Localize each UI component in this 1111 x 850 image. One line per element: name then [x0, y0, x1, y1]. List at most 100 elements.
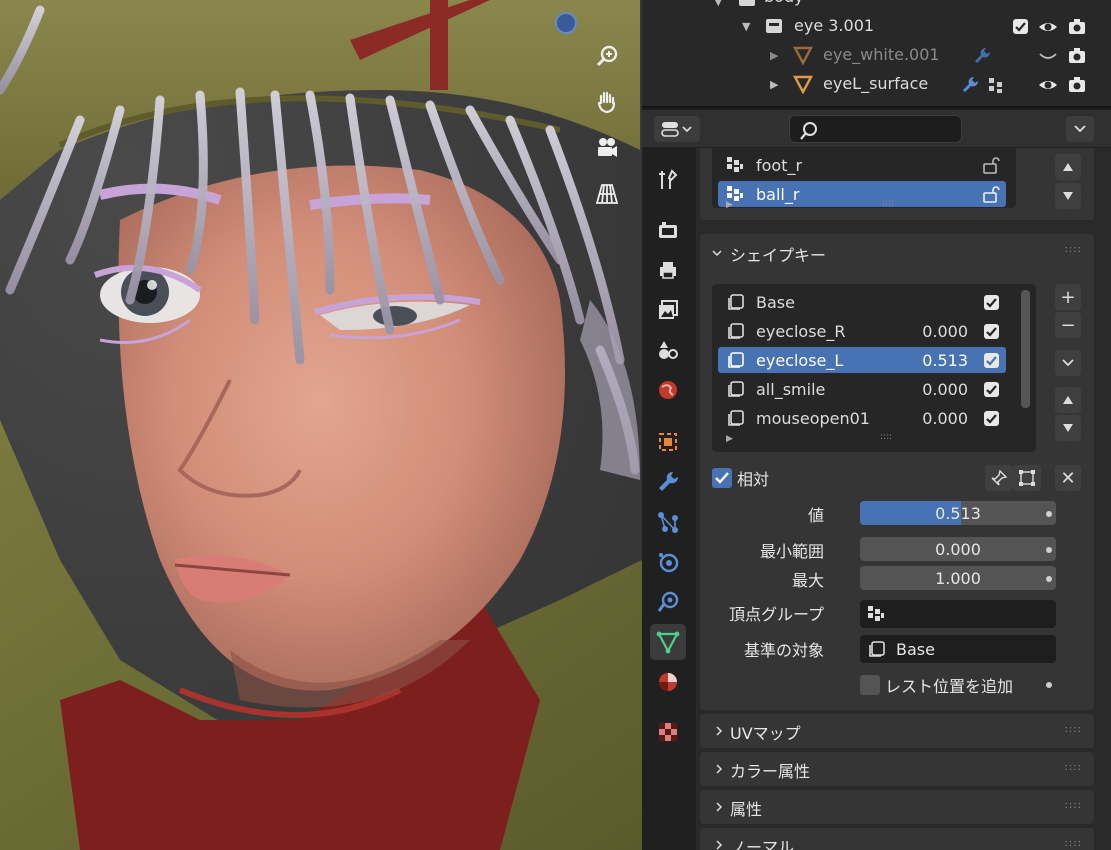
panel-drag-grip-icon[interactable]: ::::: [1065, 244, 1082, 255]
vertex-group-field[interactable]: [860, 600, 1056, 628]
tab-particles[interactable]: [650, 504, 686, 540]
eye-visibility-icon[interactable]: [1038, 17, 1058, 37]
axis-dot: [555, 12, 577, 34]
editor-type-button[interactable]: [654, 116, 700, 142]
shape-key-mute-checkbox[interactable]: [984, 324, 999, 339]
add-shape-key-button[interactable]: +: [1055, 284, 1081, 310]
clear-shape-key-button[interactable]: ✕: [1055, 465, 1081, 491]
eye-visibility-icon[interactable]: [1038, 75, 1058, 95]
shape-key-mute-checkbox[interactable]: [984, 382, 999, 397]
tab-output[interactable]: [650, 252, 686, 288]
exclude-checkbox[interactable]: [1013, 19, 1028, 34]
list-expand-triangle-icon[interactable]: ▶: [726, 200, 733, 208]
list-item[interactable]: all_smile 0.000: [718, 376, 1006, 402]
tab-physics[interactable]: [650, 544, 686, 580]
panel-drag-grip-icon[interactable]: ::::: [1065, 762, 1082, 773]
tab-render[interactable]: [650, 212, 686, 248]
move-up-button[interactable]: [1055, 154, 1081, 180]
expand-triangle-icon[interactable]: ▼: [742, 20, 750, 33]
keyframe-dot-icon[interactable]: [1046, 576, 1052, 582]
zoom-icon[interactable]: [591, 40, 623, 72]
gizmo-axis-icon[interactable]: [553, 10, 579, 36]
camera-view-icon[interactable]: [591, 132, 623, 164]
attributes-panel[interactable]: 属性 ::::: [700, 790, 1094, 824]
shape-key-mute-checkbox[interactable]: [984, 353, 999, 368]
expand-triangle-icon[interactable]: ▶: [770, 78, 778, 91]
list-item-selected[interactable]: eyeclose_L 0.513: [718, 347, 1006, 373]
render-camera-icon[interactable]: [1067, 46, 1087, 66]
render-camera-icon[interactable]: [1067, 17, 1087, 37]
tab-view-layer[interactable]: [650, 292, 686, 328]
shape-key-lock-pin-button[interactable]: [985, 465, 1013, 491]
panel-title[interactable]: シェイプキー: [730, 242, 826, 266]
3d-viewport[interactable]: [0, 0, 642, 850]
properties-search-input[interactable]: [789, 115, 962, 143]
relative-checkbox[interactable]: [712, 468, 732, 488]
list-resize-grip-icon[interactable]: ::::: [882, 198, 894, 208]
move-up-button[interactable]: [1055, 387, 1081, 413]
shape-key-mute-checkbox[interactable]: [984, 295, 999, 310]
move-down-button[interactable]: [1055, 415, 1081, 441]
edit-mode-shape-button[interactable]: [1013, 465, 1041, 491]
tab-tool[interactable]: [650, 162, 686, 198]
shape-key-specials-button[interactable]: [1055, 350, 1081, 376]
move-down-button[interactable]: [1055, 183, 1081, 209]
list-item[interactable]: foot_r: [718, 152, 1006, 178]
shape-key-list[interactable]: Base eyeclose_R 0.000 eyeclose_L 0.513 a…: [712, 284, 1036, 452]
list-resize-grip-icon[interactable]: ::::: [880, 432, 892, 442]
vertex-group-list[interactable]: foot_r ball_r ▶ ::::: [712, 148, 1016, 208]
vertex-group-icon[interactable]: [986, 75, 1006, 95]
pan-hand-icon[interactable]: [591, 86, 623, 118]
list-item[interactable]: eyeclose_R 0.000: [718, 318, 1006, 344]
lock-open-icon[interactable]: [982, 156, 1002, 174]
uv-maps-panel[interactable]: UVマップ ::::: [700, 714, 1094, 748]
tab-constraints[interactable]: [650, 584, 686, 620]
shape-key-value[interactable]: 0.000: [922, 322, 968, 341]
list-scrollbar[interactable]: [1021, 290, 1030, 408]
world-icon: [659, 381, 677, 399]
normals-panel[interactable]: ノーマル ::::: [700, 828, 1094, 850]
tab-object-data[interactable]: [650, 624, 686, 660]
perspective-grid-icon[interactable]: [591, 178, 623, 210]
options-dropdown-button[interactable]: [1066, 116, 1094, 142]
render-camera-icon[interactable]: [1067, 75, 1087, 95]
tab-object[interactable]: [650, 424, 686, 460]
tab-scene[interactable]: [650, 332, 686, 368]
value-slider[interactable]: 0.513: [860, 501, 1056, 525]
lock-open-icon[interactable]: [982, 185, 1002, 203]
remove-shape-key-button[interactable]: −: [1055, 312, 1081, 338]
list-item[interactable]: mouseopen01 0.000: [718, 405, 1006, 431]
tab-world[interactable]: [650, 372, 686, 408]
range-max-field[interactable]: 1.000: [860, 566, 1056, 590]
wrench-modifier-icon[interactable]: [972, 46, 992, 66]
keyframe-dot-icon[interactable]: [1046, 547, 1052, 553]
color-attributes-panel[interactable]: カラー属性 ::::: [700, 752, 1094, 786]
shape-key-value[interactable]: 0.000: [922, 409, 968, 428]
relative-to-field[interactable]: Base: [860, 635, 1056, 663]
panel-drag-grip-icon[interactable]: ::::: [1065, 838, 1082, 849]
add-rest-position-checkbox[interactable]: [860, 675, 880, 695]
panel-drag-grip-icon[interactable]: ::::: [1065, 800, 1082, 811]
relative-to-label: 基準の対象: [743, 641, 824, 660]
tab-modifiers[interactable]: [650, 464, 686, 500]
shape-key-value[interactable]: 0.000: [922, 380, 968, 399]
list-item[interactable]: Base: [718, 289, 1006, 315]
list-item-selected[interactable]: ball_r: [718, 181, 1006, 207]
keyframe-dot-icon[interactable]: [1046, 682, 1052, 688]
tab-texture[interactable]: [650, 714, 686, 750]
expand-triangle-icon[interactable]: ▶: [770, 49, 778, 62]
panel-drag-grip-icon[interactable]: ::::: [1065, 724, 1082, 735]
outliner-row-eye-collection[interactable]: ▼ eye 3.001: [642, 12, 1111, 41]
tab-material[interactable]: [650, 664, 686, 700]
keyframe-dot-icon[interactable]: [1046, 511, 1052, 517]
outliner-row-eyel-surface[interactable]: ▶ eyeL_surface: [642, 70, 1111, 99]
wrench-modifier-icon[interactable]: [960, 75, 980, 95]
panel-expand-chevron-icon[interactable]: [712, 248, 722, 258]
outliner-row-eye-white[interactable]: ▶ eye_white.001: [642, 41, 1111, 70]
eye-hidden-icon[interactable]: [1038, 46, 1058, 66]
list-expand-triangle-icon[interactable]: ▶: [726, 434, 733, 444]
expand-triangle-icon[interactable]: ▼: [714, 0, 722, 8]
shape-key-value[interactable]: 0.513: [922, 351, 968, 370]
range-min-field[interactable]: 0.000: [860, 537, 1056, 561]
shape-key-mute-checkbox[interactable]: [984, 411, 999, 426]
